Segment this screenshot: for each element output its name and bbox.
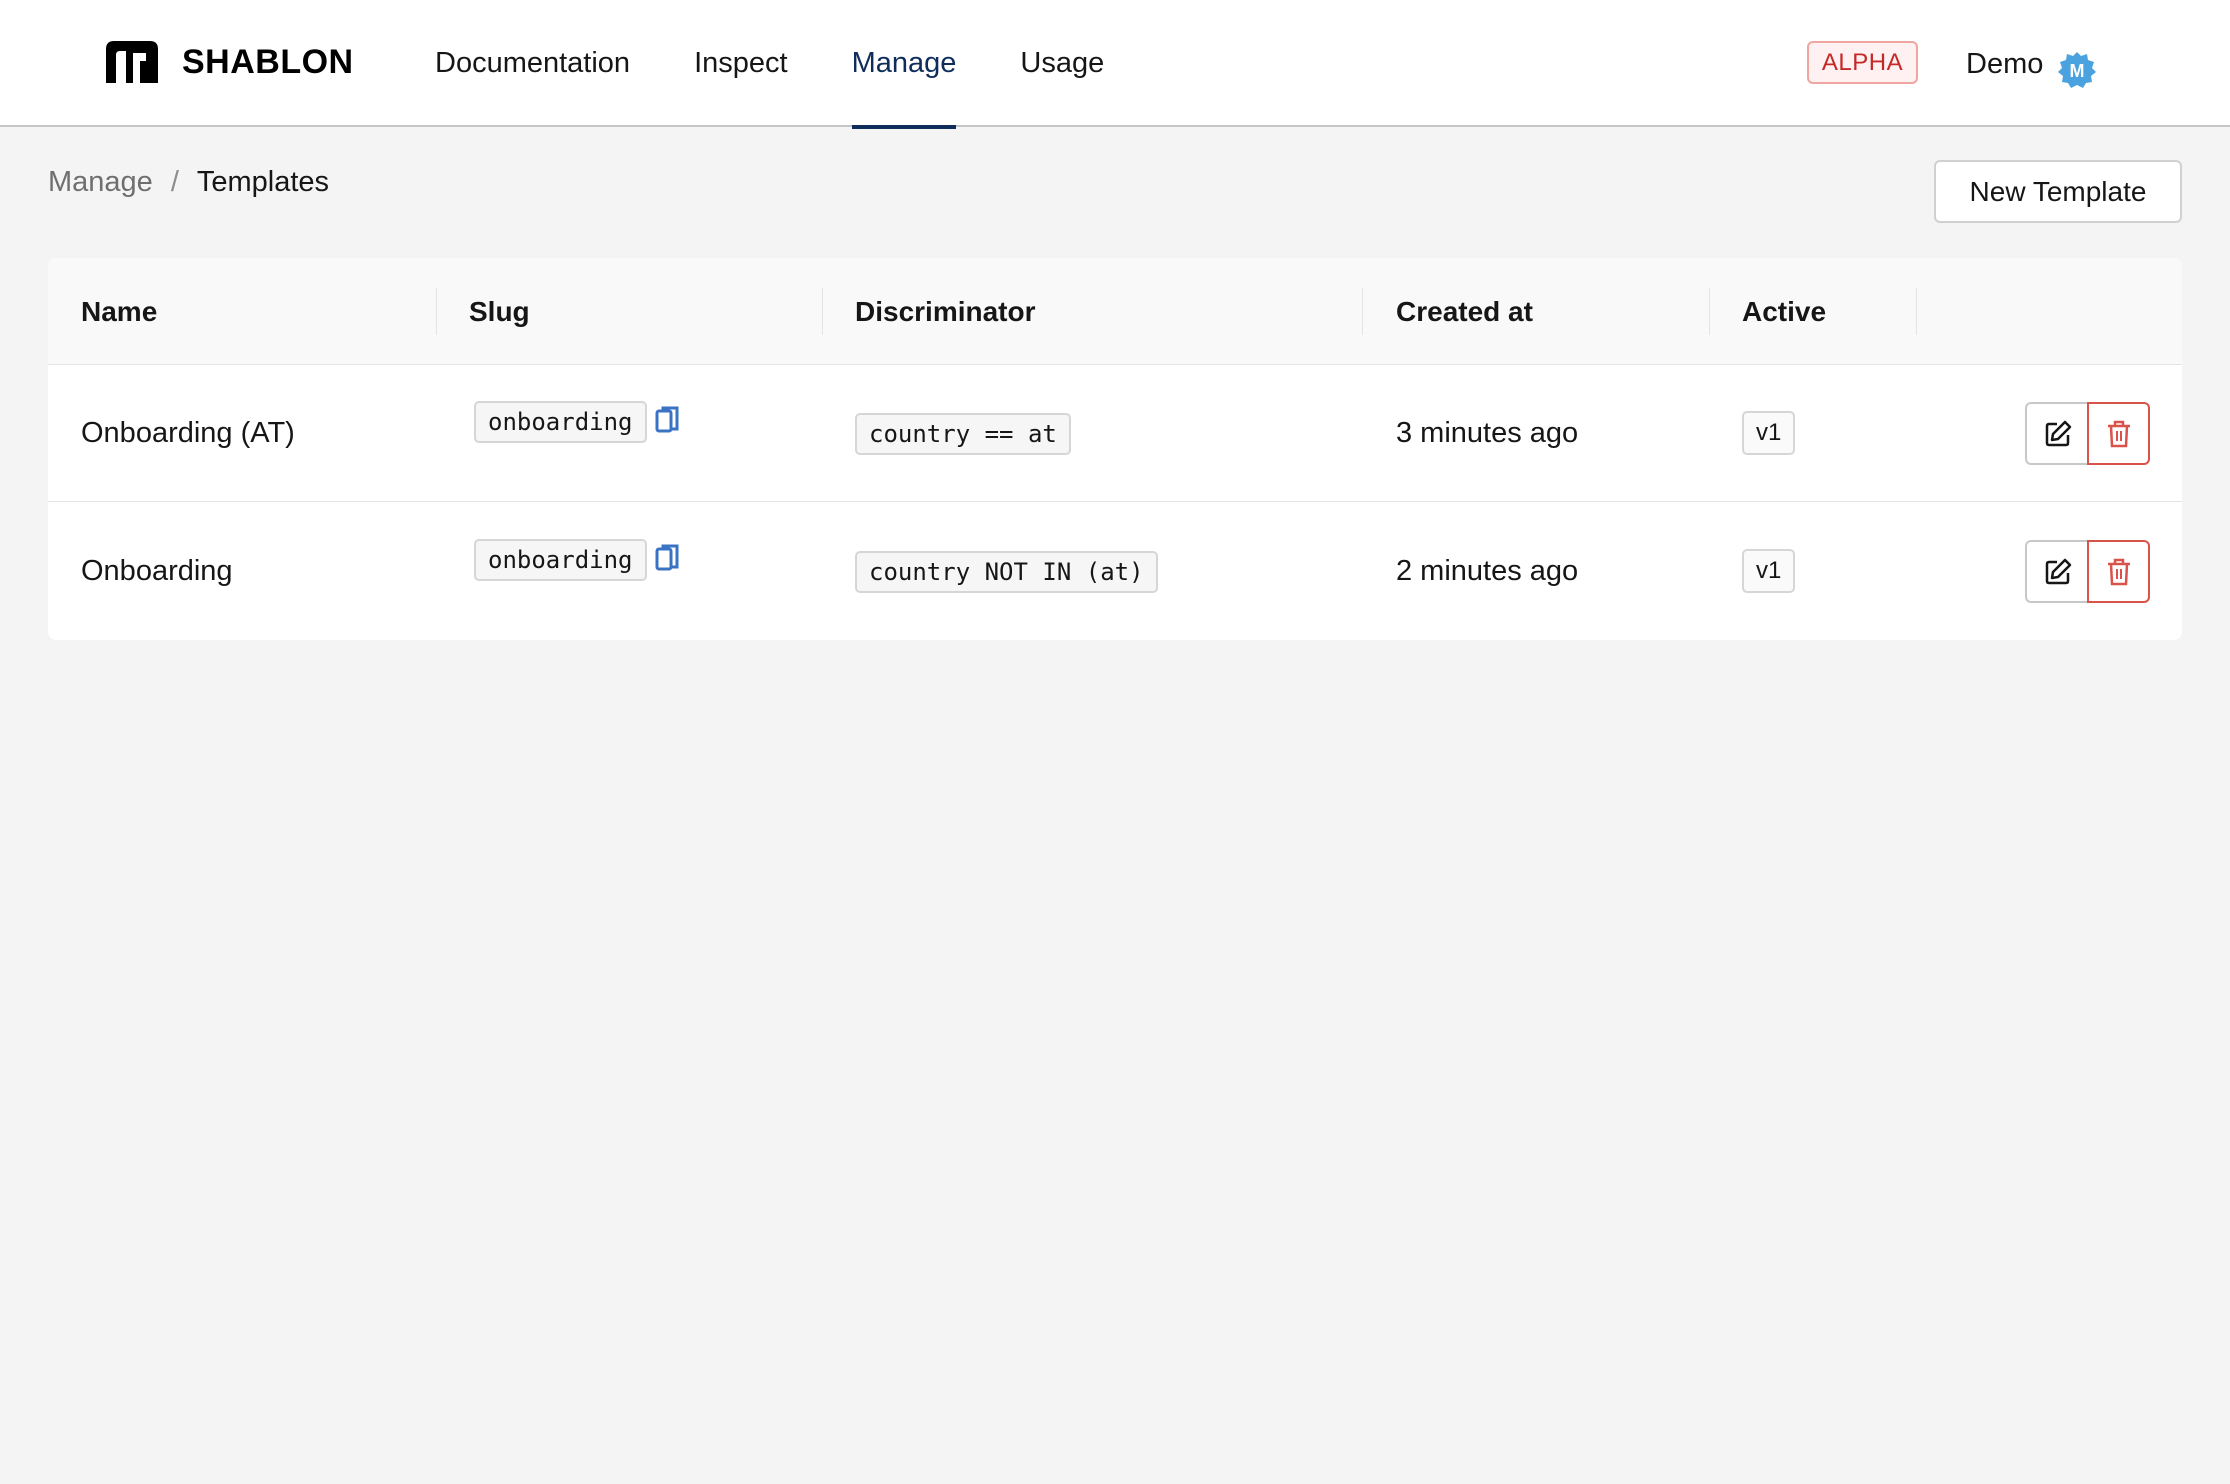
delete-button[interactable]: [2087, 402, 2150, 465]
avatar-initial: M: [2070, 61, 2085, 81]
copy-icon[interactable]: [655, 543, 681, 573]
column-header-slug[interactable]: Slug: [469, 258, 530, 365]
column-header-created[interactable]: Created at: [1396, 258, 1533, 365]
avatar[interactable]: M: [2058, 51, 2096, 89]
slug-cell: onboarding: [474, 401, 647, 443]
breadcrumb-separator: /: [170, 166, 179, 198]
slug-code: onboarding: [474, 401, 647, 443]
nav-inspect[interactable]: Inspect: [694, 0, 788, 127]
user-name[interactable]: Demo: [1966, 46, 2043, 82]
trash-icon: [2107, 558, 2130, 585]
edit-icon: [2045, 558, 2071, 584]
new-template-button[interactable]: New Template: [1934, 160, 2182, 223]
breadcrumb-current: Templates: [196, 166, 330, 198]
nav-usage[interactable]: Usage: [1020, 0, 1104, 127]
table-header: Name Slug Discriminator Created at Activ…: [48, 258, 2182, 365]
column-header-active[interactable]: Active: [1742, 258, 1826, 365]
edit-button[interactable]: [2025, 402, 2088, 465]
discriminator-cell: country NOT IN (at): [855, 551, 1158, 593]
table-row: Onboarding (AT) onboarding country == at…: [48, 365, 2182, 502]
copy-icon[interactable]: [655, 405, 681, 435]
discriminator-cell: country == at: [855, 413, 1071, 455]
column-divider: [1362, 288, 1363, 335]
column-divider: [822, 288, 823, 335]
column-header-discriminator[interactable]: Discriminator: [855, 258, 1036, 365]
trash-icon: [2107, 420, 2130, 447]
column-divider: [436, 288, 437, 335]
nav-manage[interactable]: Manage: [851, 0, 956, 129]
column-divider: [1916, 288, 1917, 335]
slug-code: onboarding: [474, 539, 647, 581]
edit-icon: [2045, 420, 2071, 446]
slug-cell: onboarding: [474, 539, 647, 581]
top-header: SHABLON Documentation Inspect Manage Usa…: [0, 0, 2230, 129]
active-version-tag[interactable]: v1: [1742, 549, 1796, 593]
column-header-name[interactable]: Name: [81, 258, 157, 365]
column-divider: [1709, 288, 1710, 335]
brand-name: SHABLON: [182, 42, 354, 81]
created-at: 2 minutes ago: [1396, 555, 1579, 587]
edit-button[interactable]: [2025, 540, 2088, 603]
main-nav: Documentation Inspect Manage Usage: [435, 0, 1168, 129]
table-row: Onboarding onboarding country NOT IN (at…: [48, 503, 2182, 640]
template-name[interactable]: Onboarding: [81, 553, 233, 589]
discriminator-code: country NOT IN (at): [855, 551, 1158, 593]
template-name[interactable]: Onboarding (AT): [81, 415, 295, 451]
breadcrumb: Manage / Templates: [48, 164, 329, 200]
created-at: 3 minutes ago: [1396, 417, 1579, 449]
discriminator-code: country == at: [855, 413, 1071, 455]
brand-logo-icon: [106, 41, 158, 83]
alpha-badge: ALPHA: [1807, 41, 1918, 84]
brand[interactable]: SHABLON: [102, 38, 354, 86]
nav-documentation[interactable]: Documentation: [435, 0, 630, 127]
templates-table: Name Slug Discriminator Created at Activ…: [48, 258, 2182, 640]
delete-button[interactable]: [2087, 540, 2150, 603]
active-version-tag[interactable]: v1: [1742, 411, 1796, 455]
breadcrumb-manage[interactable]: Manage: [48, 164, 153, 200]
